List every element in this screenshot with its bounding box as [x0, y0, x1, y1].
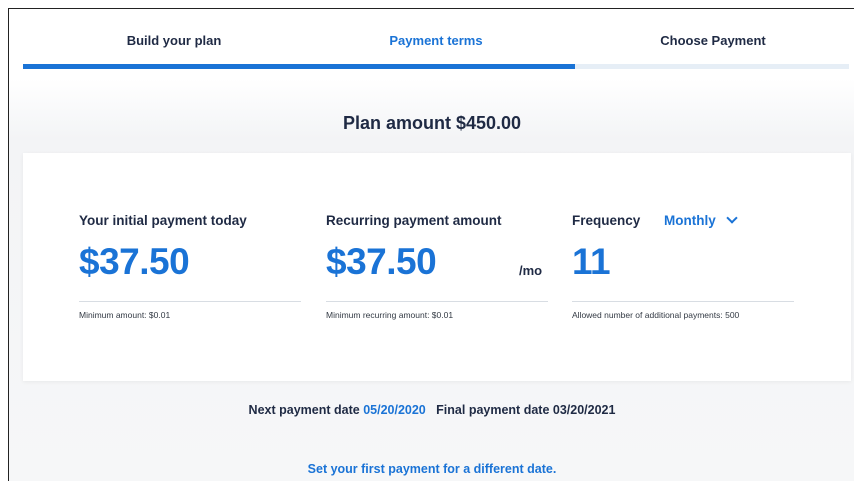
recurring-payment-column: Recurring payment amount $37.50 /mo Mini…: [326, 153, 548, 381]
payment-terms-card: Your initial payment today $37.50 Minimu…: [23, 153, 851, 381]
initial-payment-title: Your initial payment today: [79, 213, 247, 228]
final-payment-date: 03/20/2021: [552, 403, 616, 417]
step-payment-terms[interactable]: Payment terms: [389, 33, 482, 48]
stepper: Build your plan Payment terms Choose Pay…: [23, 9, 849, 71]
recurring-unit-label: /mo: [519, 263, 543, 278]
initial-payment-hint: Minimum amount: $0.01: [79, 310, 171, 320]
next-payment-label: Next payment date: [248, 403, 360, 417]
frequency-dropdown[interactable]: Monthly: [664, 212, 738, 228]
payment-dates: Next payment date 05/20/2020 Final payme…: [9, 403, 854, 417]
step-choose-payment[interactable]: Choose Payment: [660, 33, 765, 48]
final-payment-label: Final payment date: [436, 403, 550, 417]
frequency-title: Frequency: [572, 213, 641, 228]
chevron-down-icon: [726, 212, 738, 224]
plan-amount-heading: Plan amount $450.00: [9, 113, 854, 134]
recurring-payment-amount[interactable]: $37.50: [326, 241, 437, 283]
frequency-column: Frequency Monthly 11 Allowed number of a…: [572, 153, 794, 381]
initial-payment-column: Your initial payment today $37.50 Minimu…: [79, 153, 301, 381]
frequency-divider: [572, 301, 794, 302]
step-build-plan[interactable]: Build your plan: [127, 33, 222, 48]
plan-amount-label: Plan amount: [342, 113, 451, 133]
stepper-progress-track: [23, 64, 849, 69]
next-payment-date[interactable]: 05/20/2020: [363, 403, 426, 417]
recurring-payment-title: Recurring payment amount: [326, 213, 502, 228]
recurring-payment-hint: Minimum recurring amount: $0.01: [326, 310, 454, 320]
frequency-selected-value: Monthly: [664, 213, 716, 228]
initial-payment-divider: [79, 301, 301, 302]
initial-payment-amount[interactable]: $37.50: [79, 241, 190, 283]
plan-amount-value: $450.00: [455, 113, 522, 133]
recurring-payment-divider: [326, 301, 548, 302]
stepper-progress-fill: [23, 64, 575, 69]
payment-plan-panel: Build your plan Payment terms Choose Pay…: [8, 8, 854, 481]
payment-count[interactable]: 11: [572, 241, 611, 283]
frequency-hint: Allowed number of additional payments: 5…: [572, 310, 740, 320]
different-date-link[interactable]: Set your first payment for a different d…: [9, 462, 854, 476]
